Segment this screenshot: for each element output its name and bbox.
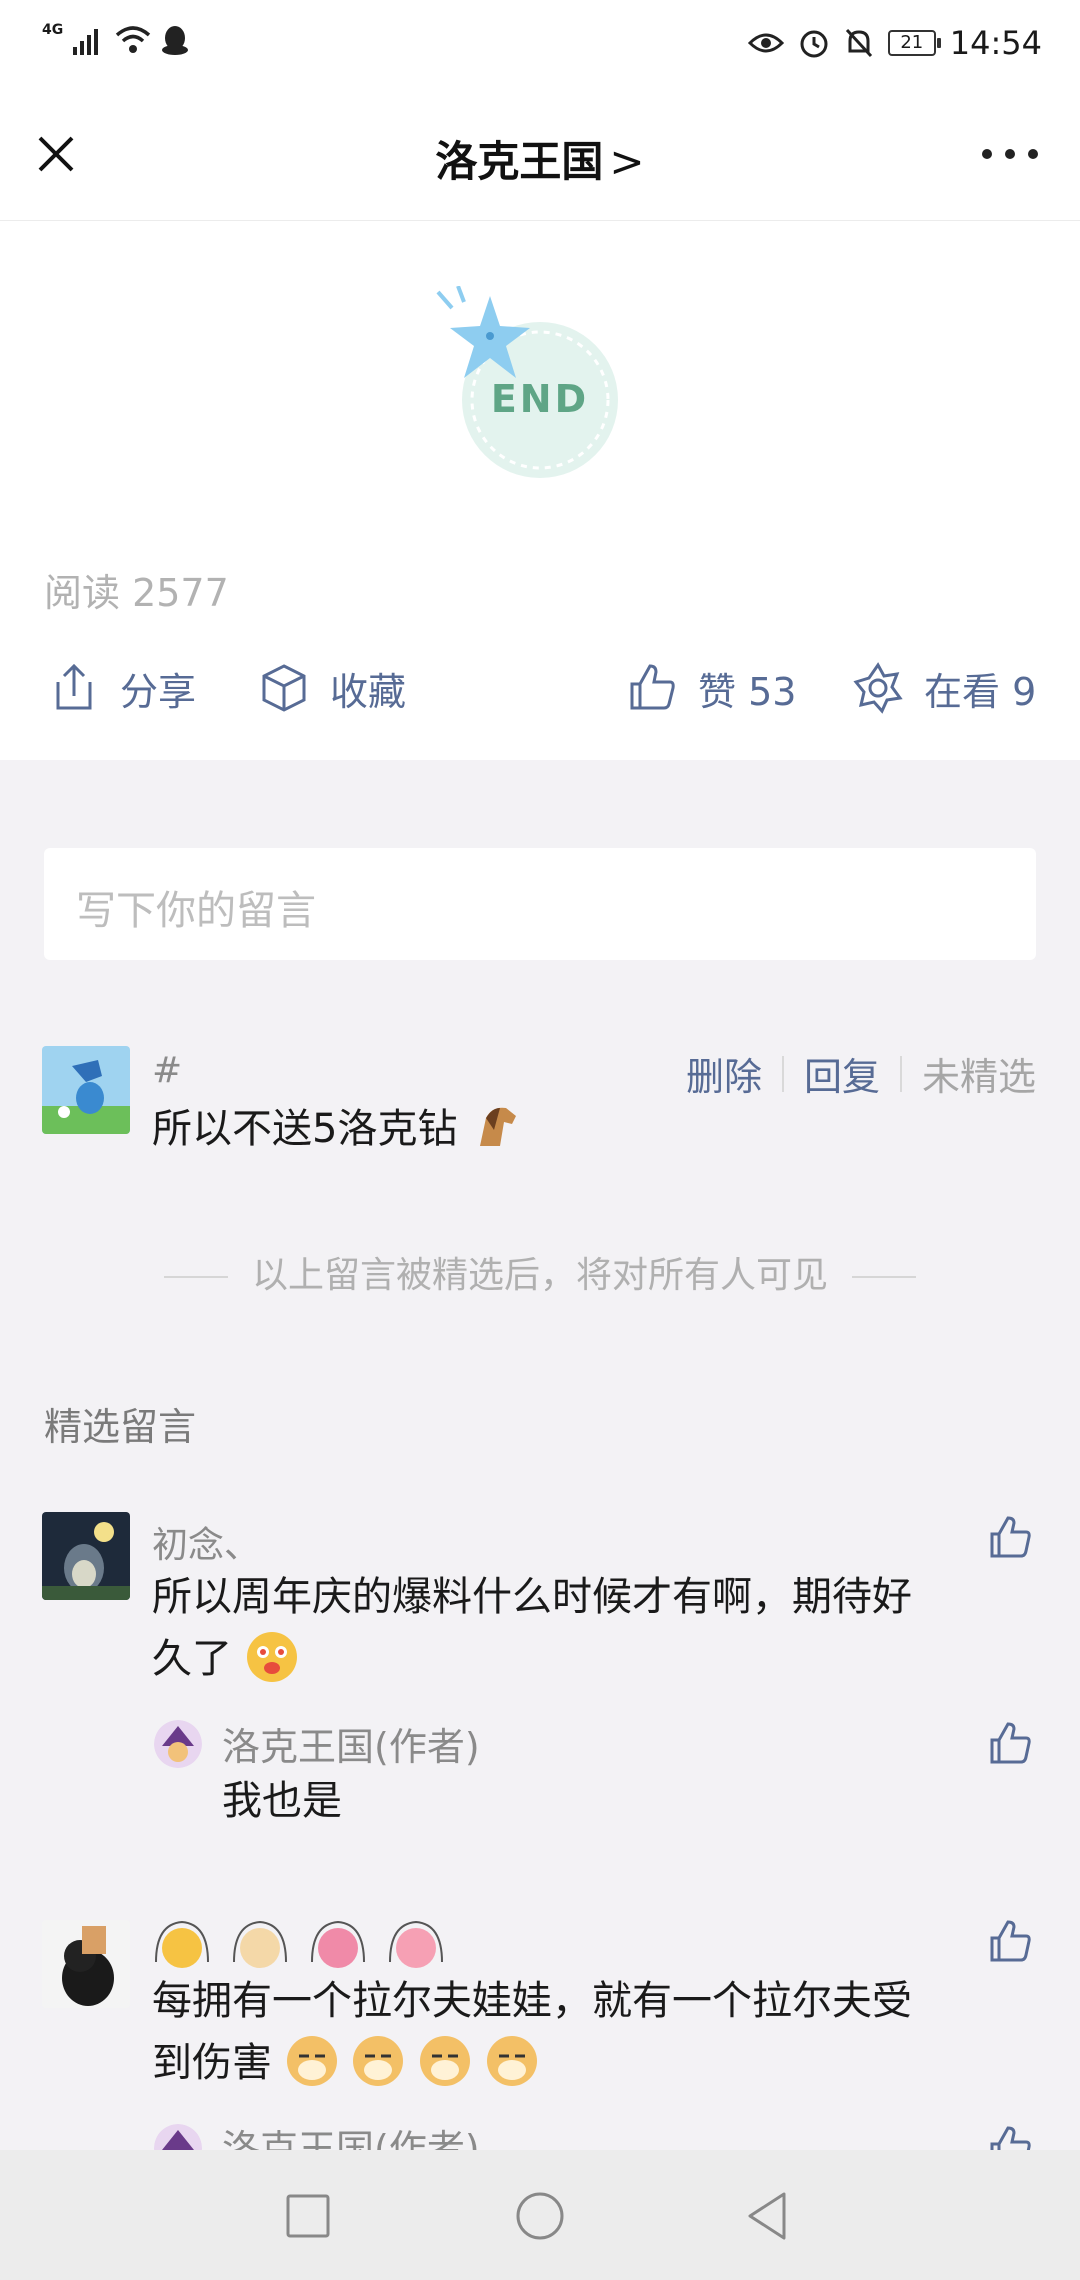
network-type: 4G bbox=[42, 22, 64, 38]
comment-text: 所以周年庆的爆料什么时候才有啊，期待好 久了 bbox=[152, 1566, 912, 1690]
horse-emoji bbox=[480, 1107, 517, 1146]
visibility-notice: 以上留言被精选后，将对所有人可见 bbox=[0, 1246, 1080, 1298]
read-count: 阅读 2577 bbox=[44, 571, 229, 615]
system-nav-bar bbox=[0, 2150, 1080, 2280]
avatar bbox=[42, 1920, 130, 2008]
share-icon bbox=[56, 663, 92, 710]
status-right: 21 14:54 bbox=[747, 24, 1042, 62]
thumbs-up-icon[interactable] bbox=[988, 1514, 1034, 1560]
more-options-icon[interactable] bbox=[982, 142, 1038, 166]
article-actions: 分享 收藏 赞 53 在看 9 bbox=[0, 648, 1080, 728]
doge-emoji bbox=[286, 2036, 337, 2086]
comment-input[interactable]: 写下你的留言 bbox=[44, 848, 1036, 960]
unfeatured-status: 未精选 bbox=[921, 1055, 1036, 1099]
comment-nickname: 初念、 bbox=[152, 1525, 261, 1566]
thumbs-up-icon[interactable] bbox=[988, 2124, 1034, 2150]
doge-emoji bbox=[420, 2036, 471, 2086]
avatar bbox=[42, 1046, 130, 1134]
chevron-right-icon: > bbox=[609, 137, 645, 186]
like-button[interactable]: 赞 53 bbox=[626, 648, 796, 728]
bell-muted-icon bbox=[845, 28, 872, 58]
battery-indicator: 21 bbox=[887, 30, 941, 56]
account-title-link[interactable]: 洛克王国 > bbox=[0, 128, 1080, 189]
wow-star-icon bbox=[853, 662, 903, 714]
emoji-nickname-icon bbox=[155, 1920, 443, 1968]
star-struck-emoji bbox=[246, 1632, 297, 1682]
comment-line: 久了 bbox=[152, 1628, 912, 1690]
author-avatar bbox=[154, 2124, 202, 2150]
comment-text-content: 所以不送5洛克钻 bbox=[152, 1106, 458, 1152]
status-left: 4G bbox=[42, 22, 189, 56]
wow-button[interactable]: 在看 9 bbox=[852, 648, 1036, 728]
comment-placeholder: 写下你的留言 bbox=[76, 888, 316, 934]
doge-emoji bbox=[486, 2036, 537, 2086]
favorite-button[interactable]: 收藏 bbox=[258, 648, 406, 728]
notice-text: 以上留言被精选后，将对所有人可见 bbox=[251, 1255, 828, 1296]
delete-link[interactable]: 删除 bbox=[666, 1046, 782, 1101]
comment-nickname: # bbox=[152, 1050, 183, 1091]
favorite-label: 收藏 bbox=[330, 669, 407, 714]
home-circle-icon[interactable] bbox=[512, 2188, 568, 2244]
reply-text: 我也是 bbox=[222, 1778, 342, 1824]
share-button[interactable]: 分享 bbox=[48, 648, 196, 728]
wifi-icon bbox=[116, 26, 151, 53]
account-name: 洛克王国 bbox=[435, 137, 604, 186]
signal-icon bbox=[73, 29, 99, 55]
recents-square-icon[interactable] bbox=[280, 2188, 336, 2244]
wow-label: 在看 9 bbox=[924, 669, 1037, 714]
back-triangle-icon[interactable] bbox=[740, 2188, 796, 2244]
clock: 14:54 bbox=[949, 24, 1042, 62]
reply-partial: 洛克王国(作者) bbox=[0, 2124, 1080, 2150]
comment-nickname-emoji bbox=[152, 1918, 472, 1978]
reply-author: 洛克王国(作者) bbox=[222, 2127, 480, 2150]
thumbs-up-icon[interactable] bbox=[988, 1918, 1034, 1964]
end-label: END bbox=[491, 377, 589, 421]
comment-text: 每拥有一个拉尔夫娃娃，就有一个拉尔夫受 到伤害 bbox=[152, 1970, 912, 2094]
box-icon bbox=[262, 664, 306, 712]
status-bar: 4G 21 14:54 bbox=[0, 0, 1080, 90]
comment-section: 写下你的留言 # 所以不送5洛克钻 删除 回复 未精选 以上留言被精选后，将对所 bbox=[0, 760, 1080, 2150]
avatar bbox=[42, 1512, 130, 1600]
alarm-icon bbox=[800, 30, 828, 58]
thumbs-up-icon[interactable] bbox=[988, 1720, 1034, 1766]
my-comment: # 所以不送5洛克钻 删除 回复 未精选 bbox=[0, 1046, 1080, 1186]
comment-text: 所以不送5洛克钻 bbox=[152, 1098, 524, 1160]
like-label: 赞 53 bbox=[698, 669, 797, 714]
eye-icon bbox=[747, 33, 784, 53]
featured-section-title: 精选留言 bbox=[44, 1405, 197, 1449]
thumbs-up-icon bbox=[630, 664, 675, 710]
qq-penguin-icon bbox=[162, 26, 189, 55]
end-badge-image: END bbox=[436, 286, 618, 478]
share-label: 分享 bbox=[120, 669, 197, 714]
comment-line: 到伤害 bbox=[152, 2032, 912, 2094]
doge-emoji bbox=[353, 2036, 404, 2086]
comment-line: 每拥有一个拉尔夫娃娃，就有一个拉尔夫受 bbox=[152, 1978, 912, 2024]
top-navbar: 洛克王国 > bbox=[0, 90, 1080, 221]
author-avatar bbox=[154, 1720, 202, 1768]
reply-author: 洛克王国(作者) bbox=[222, 1725, 480, 1769]
comment-ops: 删除 回复 未精选 bbox=[666, 1046, 1036, 1101]
comment-line: 所以周年庆的爆料什么时候才有啊，期待好 bbox=[152, 1574, 912, 1620]
reply-link[interactable]: 回复 bbox=[784, 1046, 900, 1101]
